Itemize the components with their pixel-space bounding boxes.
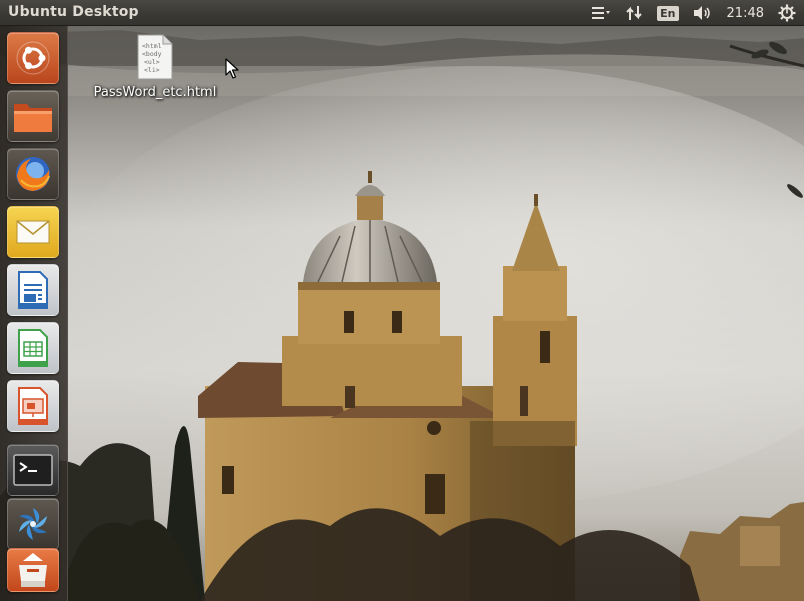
firefox-icon bbox=[16, 157, 50, 191]
launcher-item-calc[interactable] bbox=[7, 322, 59, 374]
file-glyph-line: <ul> bbox=[144, 58, 160, 66]
launcher-item-writer[interactable] bbox=[7, 264, 59, 316]
keyboard-layout-label: En bbox=[657, 5, 679, 21]
shotwell-icon bbox=[19, 508, 47, 540]
launcher-item-dash-home[interactable] bbox=[7, 32, 59, 84]
launcher-item-mail[interactable] bbox=[7, 206, 59, 258]
clock-time: 21:48 bbox=[726, 5, 764, 21]
file-glyph-line: <body bbox=[142, 50, 162, 58]
software-center-icon bbox=[19, 553, 47, 587]
ubuntu-logo-icon bbox=[16, 41, 50, 75]
top-panel: Ubuntu Desktop En 21:48 bbox=[0, 0, 804, 26]
launcher-item-shotwell[interactable] bbox=[7, 498, 59, 550]
impress-icon bbox=[18, 387, 48, 425]
clock-indicator[interactable]: 21:48 bbox=[727, 0, 764, 26]
launcher-item-terminal[interactable] bbox=[7, 444, 59, 496]
gear-power-icon[interactable] bbox=[778, 0, 796, 26]
volume-icon[interactable] bbox=[693, 0, 713, 26]
menu-icon[interactable] bbox=[591, 0, 611, 26]
calc-icon bbox=[18, 329, 48, 367]
launcher-item-impress[interactable] bbox=[7, 380, 59, 432]
launcher-item-files[interactable] bbox=[7, 90, 59, 142]
html-file-icon: <html <body <ul> <li> bbox=[137, 34, 173, 80]
file-glyph-line: <html bbox=[142, 42, 162, 50]
launcher-item-software-center[interactable] bbox=[7, 548, 59, 592]
writer-icon bbox=[18, 271, 48, 309]
desktop-file-label: PassWord_etc.html bbox=[93, 85, 217, 100]
window-title: Ubuntu Desktop bbox=[8, 4, 139, 20]
desktop-file-icon[interactable]: <html <body <ul> <li> PassWord_etc.html bbox=[85, 34, 225, 106]
launcher bbox=[0, 26, 68, 601]
launcher-item-firefox[interactable] bbox=[7, 148, 59, 200]
file-glyph-line: <li> bbox=[144, 66, 160, 74]
network-updown-icon[interactable] bbox=[625, 0, 643, 26]
keyboard-layout-indicator[interactable]: En bbox=[657, 0, 679, 26]
desktop-wallpaper bbox=[0, 26, 804, 601]
indicator-area: En 21:48 bbox=[577, 0, 804, 26]
mail-icon bbox=[16, 220, 50, 244]
mouse-pointer-icon bbox=[225, 58, 239, 79]
folder-icon bbox=[14, 104, 52, 132]
terminal-icon bbox=[13, 454, 53, 486]
desktop-screen: Ubuntu Desktop En 21:48 <html <body <ul>… bbox=[0, 0, 804, 601]
